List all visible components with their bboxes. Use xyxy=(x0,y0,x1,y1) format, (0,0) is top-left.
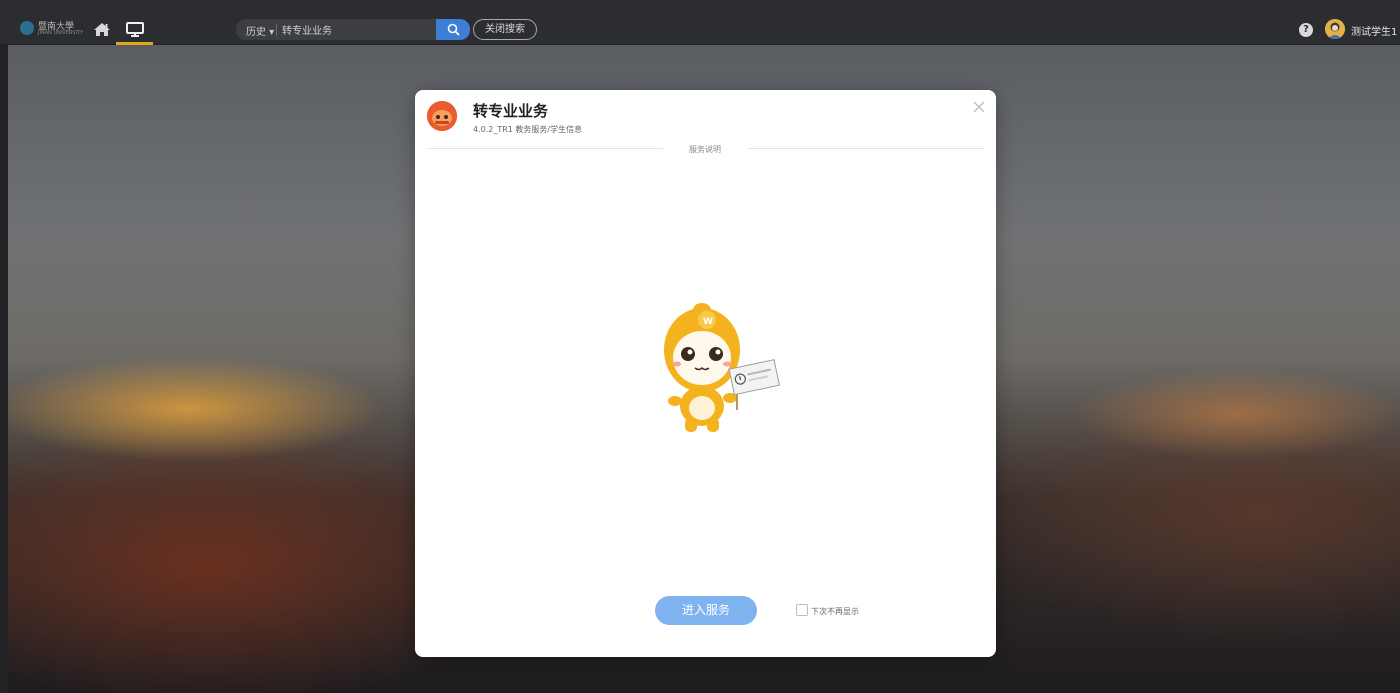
search-box: 历史 ▾ xyxy=(236,19,436,40)
left-edge-strip xyxy=(0,44,8,693)
enter-service-button[interactable]: 进入服务 xyxy=(655,596,757,625)
svg-text:W: W xyxy=(703,317,713,327)
search-button[interactable] xyxy=(436,19,470,40)
home-icon[interactable] xyxy=(91,20,113,38)
search-icon xyxy=(447,23,460,36)
dont-show-again-label[interactable]: 下次不再显示 xyxy=(811,606,859,617)
desktop-icon[interactable] xyxy=(124,20,146,38)
divider-left xyxy=(427,148,663,149)
search-separator xyxy=(276,24,277,36)
dont-show-again-checkbox[interactable] xyxy=(796,604,808,616)
active-tab-indicator xyxy=(116,42,153,45)
mascot-illustration: W xyxy=(655,298,781,440)
history-dropdown[interactable]: 历史 ▾ xyxy=(246,23,274,38)
close-icon[interactable] xyxy=(972,99,986,113)
avatar[interactable] xyxy=(1325,19,1345,39)
help-icon[interactable]: ? xyxy=(1299,23,1313,37)
username[interactable]: 测试学生1 xyxy=(1351,23,1397,38)
dialog-title: 转专业业务 xyxy=(473,102,549,120)
logo-emblem-icon xyxy=(20,21,34,35)
top-bar: 暨南大學 JINAN UNIVERSITY 历史 ▾ 关闭搜索 ? xyxy=(0,0,1400,45)
close-search-button[interactable]: 关闭搜索 xyxy=(473,19,537,40)
logo-subtext: JINAN UNIVERSITY xyxy=(38,30,84,36)
service-dialog: 转专业业务 4.0.2_TR1 教务服务/学生信息 服务说明 W 进入服务 下次… xyxy=(415,90,996,657)
university-logo[interactable]: 暨南大學 JINAN UNIVERSITY xyxy=(20,19,84,37)
app-icon xyxy=(427,101,457,131)
section-label: 服务说明 xyxy=(689,145,721,154)
search-input[interactable] xyxy=(282,22,430,37)
dialog-subtitle: 4.0.2_TR1 教务服务/学生信息 xyxy=(473,125,583,134)
divider-right xyxy=(748,148,984,149)
